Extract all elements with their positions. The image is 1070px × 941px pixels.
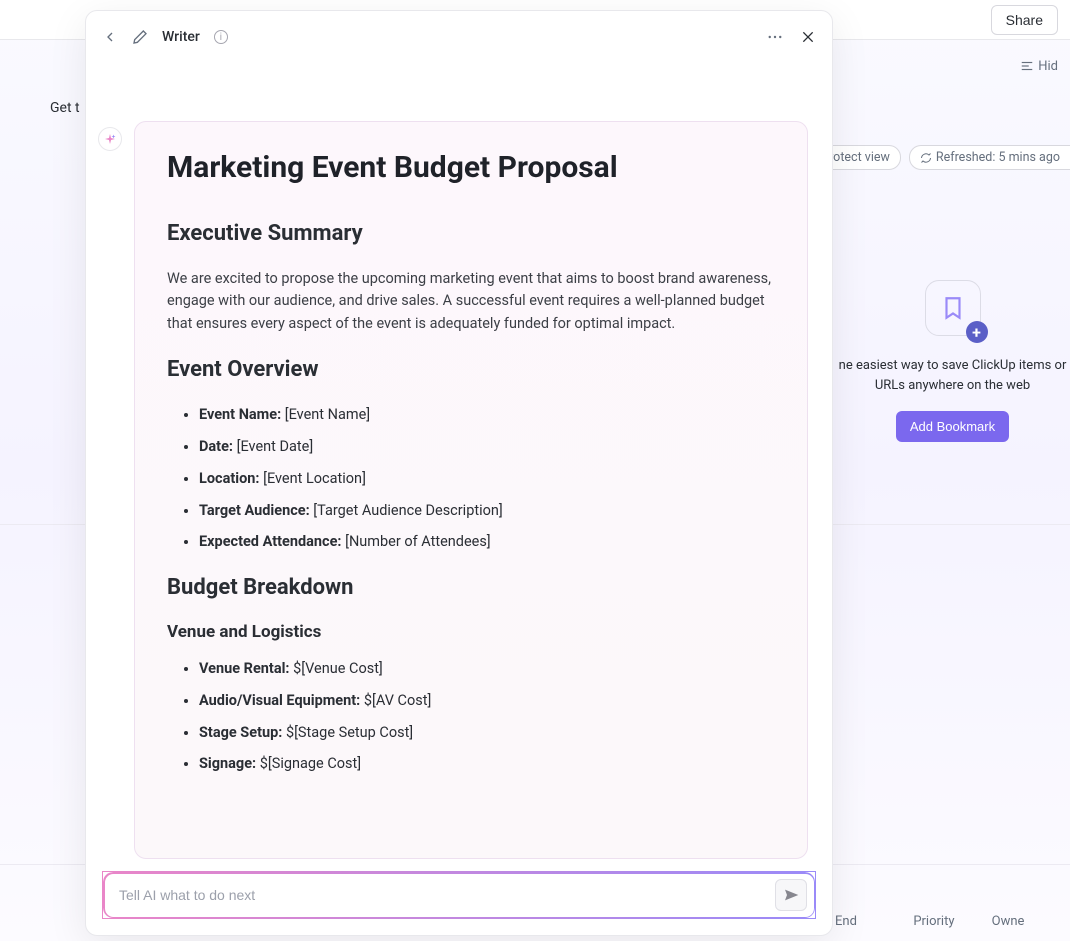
label: Event Name:: [199, 406, 281, 423]
label: Stage Setup:: [199, 724, 282, 741]
filter-icon: [1020, 59, 1034, 73]
background-toolbar3: Protect view Refreshed: 5 mins ago: [794, 145, 1070, 170]
value: $[Signage Cost]: [256, 755, 361, 772]
modal-header: Writer i: [86, 11, 832, 63]
modal-footer: [86, 859, 832, 935]
list-item: Expected Attendance: [Number of Attendee…: [199, 531, 775, 553]
value: [Event Name]: [281, 406, 370, 423]
column-priority: Priority: [913, 914, 991, 929]
venue-logistics-list: Venue Rental: $[Venue Cost] Audio/Visual…: [167, 658, 775, 775]
list-item: Location: [Event Location]: [199, 468, 775, 490]
send-icon: [783, 887, 799, 903]
bookmark-icon-wrap: +: [925, 280, 981, 336]
refresh-icon: [920, 152, 932, 164]
document-content[interactable]: Marketing Event Budget Proposal Executiv…: [134, 121, 808, 859]
label: Date:: [199, 438, 233, 455]
refreshed-indicator[interactable]: Refreshed: 5 mins ago: [909, 145, 1070, 170]
event-overview-heading: Event Overview: [167, 357, 775, 382]
list-item: Event Name: [Event Name]: [199, 404, 775, 426]
list-item: Target Audience: [Target Audience Descri…: [199, 500, 775, 522]
budget-breakdown-heading: Budget Breakdown: [167, 575, 775, 600]
value: $[AV Cost]: [360, 692, 431, 709]
label: Venue Rental:: [199, 660, 290, 677]
edit-button[interactable]: [132, 29, 148, 45]
bookmark-panel: + ne easiest way to save ClickUp items o…: [835, 280, 1070, 442]
ai-badge: [98, 127, 122, 151]
list-item: Venue Rental: $[Venue Cost]: [199, 658, 775, 680]
add-bookmark-button[interactable]: Add Bookmark: [896, 411, 1009, 442]
modal-title: Writer: [162, 29, 200, 45]
background-columns: End Priority Owne: [835, 914, 1070, 929]
share-button[interactable]: Share: [991, 5, 1058, 35]
ai-prompt-input[interactable]: [119, 887, 775, 903]
list-item: Audio/Visual Equipment: $[AV Cost]: [199, 690, 775, 712]
list-item: Stage Setup: $[Stage Setup Cost]: [199, 722, 775, 744]
value: $[Venue Cost]: [290, 660, 383, 677]
exec-summary-heading: Executive Summary: [167, 221, 775, 246]
column-owner: Owne: [992, 914, 1070, 929]
ellipsis-icon: [766, 28, 784, 46]
close-button[interactable]: [800, 29, 816, 45]
value: [Event Date]: [233, 438, 313, 455]
plus-icon: +: [966, 321, 988, 343]
back-button[interactable]: [102, 29, 118, 45]
label: Expected Attendance:: [199, 533, 342, 550]
label: Location:: [199, 470, 260, 487]
event-overview-list: Event Name: [Event Name] Date: [Event Da…: [167, 404, 775, 553]
value: [Event Location]: [260, 470, 366, 487]
value: $[Stage Setup Cost]: [282, 724, 413, 741]
sparkle-icon: [104, 133, 116, 145]
ai-prompt-box: [102, 871, 816, 919]
doc-title: Marketing Event Budget Proposal: [167, 150, 775, 185]
label: Target Audience:: [199, 502, 310, 519]
info-icon[interactable]: i: [214, 30, 228, 44]
column-end: End: [835, 914, 913, 929]
label: Signage:: [199, 755, 256, 772]
value: [Target Audience Description]: [310, 502, 503, 519]
send-button[interactable]: [775, 879, 807, 911]
list-item: Date: [Event Date]: [199, 436, 775, 458]
value: [Number of Attendees]: [342, 533, 491, 550]
more-menu-button[interactable]: [766, 28, 784, 46]
list-item: Signage: $[Signage Cost]: [199, 753, 775, 775]
venue-logistics-heading: Venue and Logistics: [167, 622, 775, 642]
hide-toggle[interactable]: Hid: [1020, 56, 1058, 76]
pencil-icon: [132, 29, 148, 45]
background-hint: Get t: [50, 100, 80, 116]
exec-summary-body: We are excited to propose the upcoming m…: [167, 268, 775, 335]
bookmark-icon: [940, 295, 966, 321]
writer-modal: Writer i Marketing Event Budget Proposal…: [85, 10, 833, 936]
bookmark-text: ne easiest way to save ClickUp items or …: [835, 356, 1070, 395]
close-icon: [800, 29, 816, 45]
chevron-left-icon: [102, 29, 118, 45]
label: Audio/Visual Equipment:: [199, 692, 360, 709]
